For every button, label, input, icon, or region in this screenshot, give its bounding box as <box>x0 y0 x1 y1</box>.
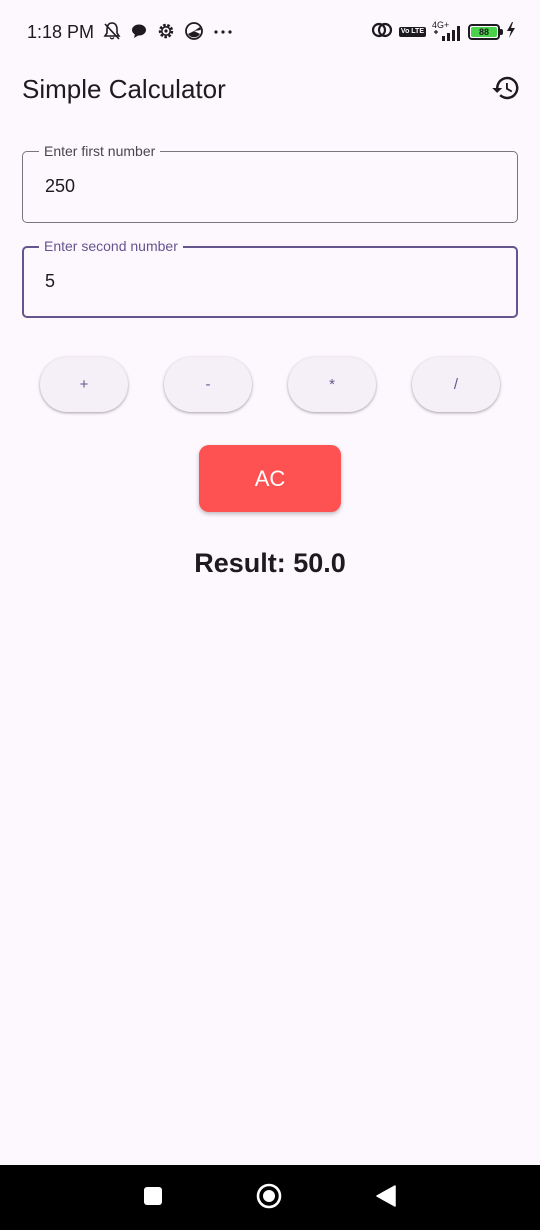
divide-button[interactable]: / <box>412 357 500 412</box>
page-title: Simple Calculator <box>22 74 226 104</box>
clear-button[interactable]: AC <box>199 445 341 512</box>
battery-level: 88 <box>471 27 497 37</box>
first-number-field[interactable]: Enter first number <box>22 143 518 223</box>
status-time: 1:18 PM <box>27 22 95 42</box>
settings-gear-icon <box>156 21 176 46</box>
recents-button[interactable] <box>140 1185 166 1211</box>
charging-bolt-icon <box>506 21 516 43</box>
first-number-input[interactable] <box>45 176 485 197</box>
second-number-field[interactable]: Enter second number <box>22 238 518 318</box>
hotspot-link-icon <box>371 20 393 45</box>
timer-icon <box>184 21 204 46</box>
chat-bubble-icon <box>130 22 148 45</box>
back-button[interactable] <box>373 1184 399 1213</box>
bell-off-icon <box>102 21 122 46</box>
circle-icon <box>256 1183 282 1214</box>
history-button[interactable] <box>486 70 526 110</box>
add-button[interactable]: + <box>40 357 128 412</box>
system-nav-bar <box>0 1165 540 1230</box>
status-icons-left <box>102 21 234 46</box>
square-icon <box>143 1186 163 1211</box>
result-text: Result: 50.0 <box>194 548 346 578</box>
home-button[interactable] <box>256 1183 282 1214</box>
status-bar: 1:18 PM Vo LTE 4G+ 88 <box>0 0 540 64</box>
triangle-back-icon <box>375 1184 397 1213</box>
network-type-label: 4G+ <box>432 20 450 30</box>
multiply-button[interactable]: * <box>288 357 376 412</box>
operator-buttons: + - * / <box>40 357 500 412</box>
second-number-label: Enter second number <box>39 238 183 254</box>
status-icons-right: Vo LTE 4G+ 88 <box>371 20 516 44</box>
more-dots-icon <box>212 21 234 46</box>
second-number-input[interactable] <box>45 271 485 292</box>
app-bar: Simple Calculator <box>0 64 540 116</box>
subtract-button[interactable]: - <box>164 357 252 412</box>
signal-icon: 4G+ <box>432 20 462 42</box>
history-icon <box>491 73 521 108</box>
volte-badge: Vo LTE <box>398 27 426 37</box>
battery-indicator: 88 <box>468 24 503 40</box>
first-number-label: Enter first number <box>39 143 161 159</box>
